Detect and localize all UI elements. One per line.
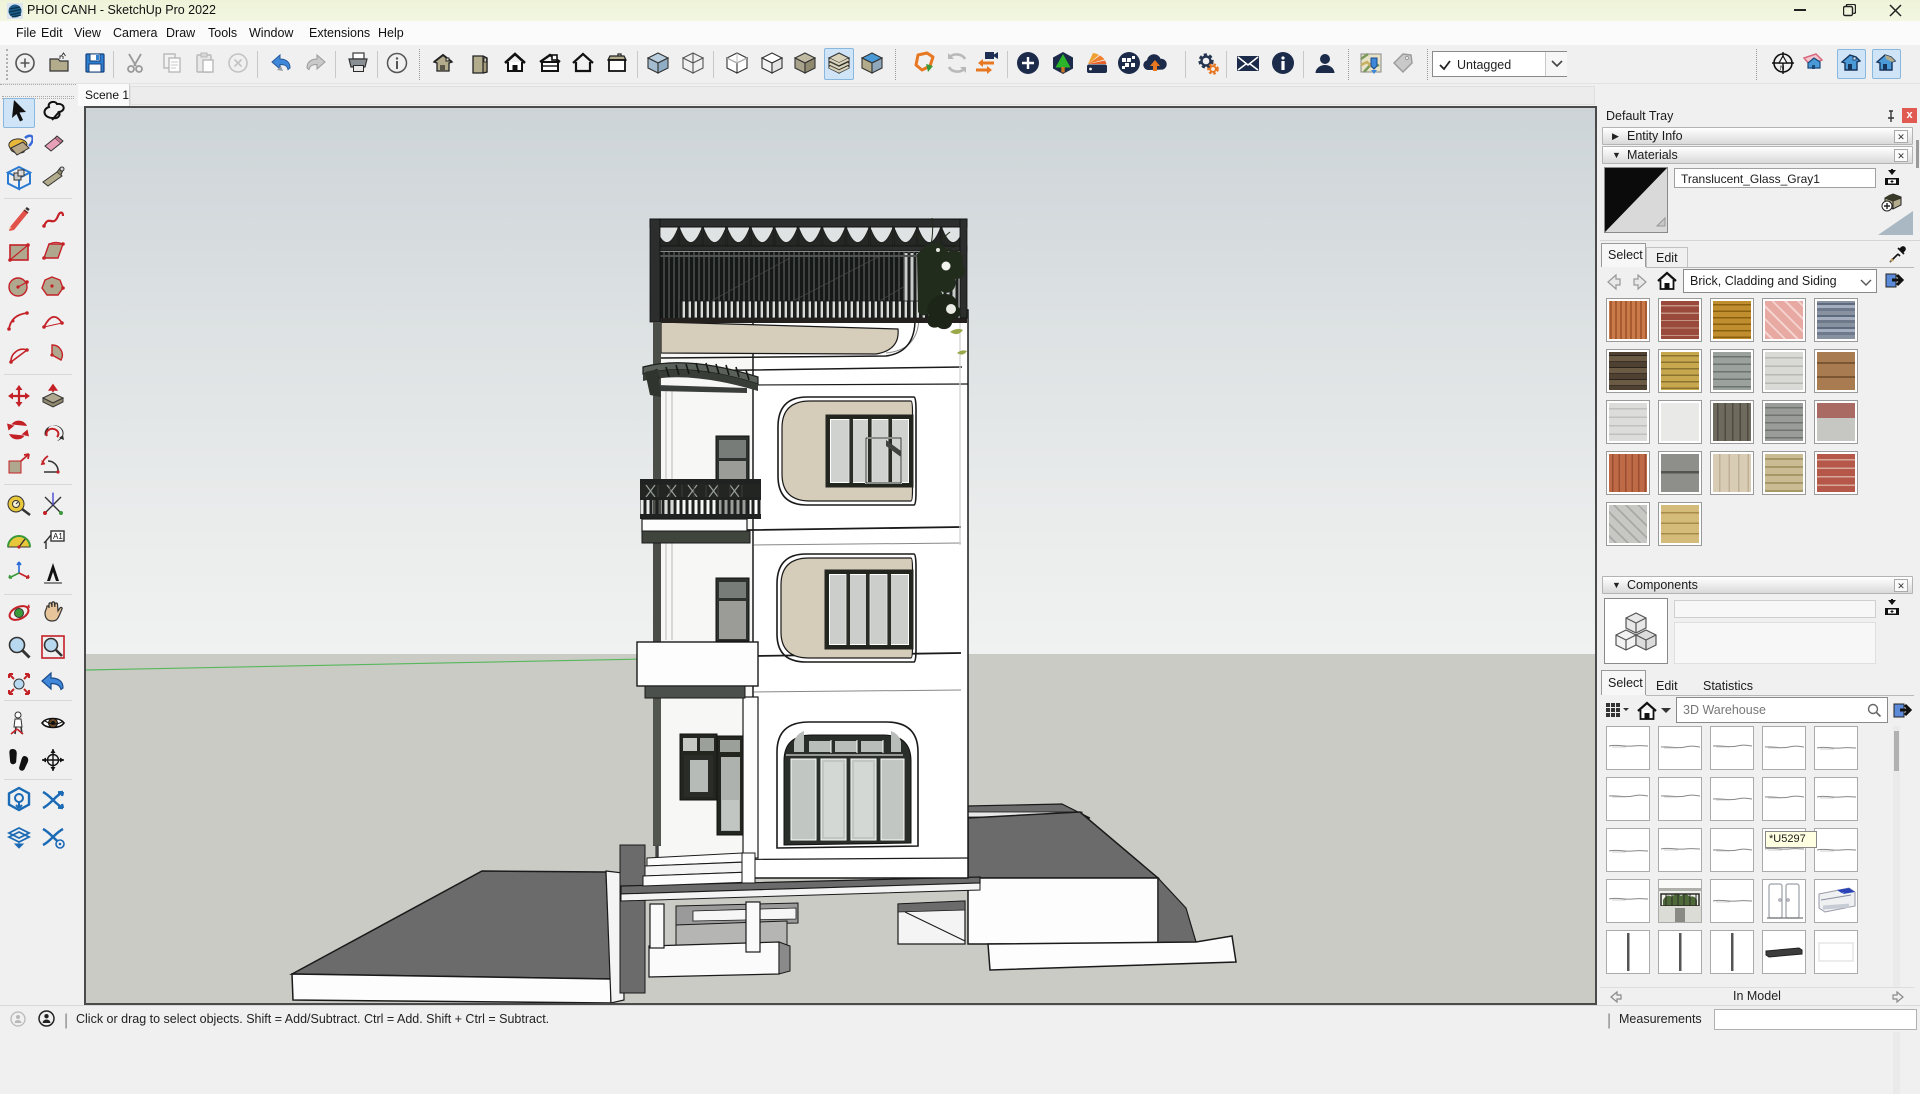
svg-text:SK: SK (1839, 891, 1845, 896)
svg-text:N: N (1780, 66, 1784, 72)
svg-text:A1: A1 (53, 532, 63, 541)
